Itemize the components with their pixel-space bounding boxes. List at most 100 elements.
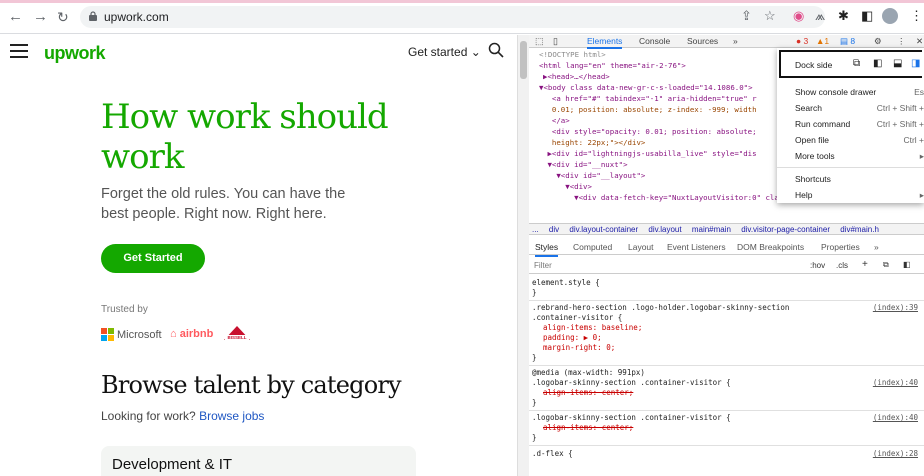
tab-event-listeners[interactable]: Event Listeners xyxy=(667,242,726,252)
sidepanel-icon[interactable]: ◧ xyxy=(861,8,873,24)
media-query: @media (max-width: 991px) xyxy=(532,368,645,377)
menu-item-open-file[interactable]: Open file xyxy=(795,135,829,145)
breadcrumb-item[interactable]: div.visitor-page-container xyxy=(741,225,830,234)
rule-source-link[interactable]: (index):40 xyxy=(873,413,918,423)
overridden-property[interactable]: align-items: center; xyxy=(543,423,633,433)
hover-state-toggle[interactable]: :hov xyxy=(810,261,825,270)
reload-icon[interactable]: ↻ xyxy=(57,9,69,25)
menu-item-run-command[interactable]: Run command xyxy=(795,119,850,129)
rule-source-link[interactable]: (index):39 xyxy=(873,303,918,313)
css-property[interactable]: margin-right: 0; xyxy=(543,343,615,353)
airbnb-logo: ⌂ airbnb xyxy=(170,328,214,340)
new-rule-icon[interactable]: + xyxy=(862,259,868,270)
dom-node[interactable]: <div style="opacity: 0.01; position: abs… xyxy=(543,127,757,138)
hamburger-menu-icon[interactable] xyxy=(10,44,28,58)
dom-node[interactable]: ▼<div id="__layout"> xyxy=(543,171,645,182)
tab-properties[interactable]: Properties xyxy=(821,242,860,252)
rule-source-link[interactable]: (index):28 xyxy=(873,449,918,459)
get-started-nav-link[interactable]: Get started ⌄ xyxy=(408,45,481,59)
tab-layout[interactable]: Layout xyxy=(628,242,654,252)
messages-badge[interactable]: ▤ 8 xyxy=(840,36,855,47)
rule-selector[interactable]: .container-visitor { xyxy=(532,313,622,323)
warning-badge[interactable]: ▲1 xyxy=(816,36,829,46)
get-started-button[interactable]: Get Started xyxy=(101,244,205,273)
extensions-puzzle-icon[interactable]: ✱ xyxy=(838,8,849,24)
dock-left-icon[interactable]: ◧ xyxy=(873,58,882,69)
overridden-property[interactable]: align-items: center; xyxy=(543,388,633,398)
svg-text:BISSELL: BISSELL xyxy=(227,335,246,340)
dom-node[interactable]: </a> xyxy=(543,116,570,127)
extension-icon[interactable]: ◉ xyxy=(793,8,804,24)
error-badge[interactable]: ● 3 xyxy=(796,36,808,46)
back-icon[interactable]: ← xyxy=(8,9,23,25)
styles-filter-input[interactable]: Filter xyxy=(534,261,552,270)
close-devtools-icon[interactable]: ✕ xyxy=(916,36,923,47)
menu-item-shortcuts[interactable]: Shortcuts xyxy=(795,174,831,184)
undock-icon[interactable]: ⧉ xyxy=(853,58,860,69)
dom-node[interactable]: height: 22px;"></div> xyxy=(543,138,645,149)
devtools-menu-icon[interactable]: ⋮ xyxy=(897,36,906,47)
rule-selector[interactable]: .logobar-skinny-section .container-visit… xyxy=(532,378,731,388)
breadcrumb-item[interactable]: ... xyxy=(532,225,539,234)
forward-icon[interactable]: → xyxy=(33,9,48,25)
computed-styles-icon[interactable]: ⧉ xyxy=(883,260,889,270)
tab-strip-edge xyxy=(0,0,924,3)
menu-item-search[interactable]: Search xyxy=(795,103,822,113)
dom-node[interactable]: <html lang="en" theme="air-2-76"> xyxy=(539,61,686,72)
breadcrumb-item[interactable]: main#main xyxy=(692,225,731,234)
browse-category-heading: Browse talent by category xyxy=(101,371,402,399)
breadcrumb-item[interactable]: div#main.h xyxy=(840,225,879,234)
breadcrumb-item[interactable]: div.layout xyxy=(648,225,681,234)
menu-item-help[interactable]: Help xyxy=(795,190,812,200)
menu-divider xyxy=(777,167,924,168)
address-bar[interactable]: upwork.com xyxy=(80,6,825,28)
extension-icon-2[interactable]: ⩕ xyxy=(815,8,825,24)
tab-console[interactable]: Console xyxy=(639,36,670,46)
scrollbar-thumb[interactable] xyxy=(520,41,527,79)
browse-jobs-link[interactable]: Browse jobs xyxy=(199,409,264,423)
menu-item-show-console-drawer[interactable]: Show console drawer xyxy=(795,87,876,97)
dom-node[interactable]: ▼<body class data-new-gr-c-s-loaded="14.… xyxy=(539,83,753,94)
breadcrumb-item[interactable]: div.layout-container xyxy=(569,225,638,234)
tab-computed[interactable]: Computed xyxy=(573,242,612,252)
breadcrumb-item[interactable]: div xyxy=(549,225,559,234)
device-toolbar-icon[interactable]: ▯ xyxy=(553,36,558,47)
dock-bottom-icon[interactable]: ⬓ xyxy=(893,58,902,69)
rule-selector[interactable]: .logobar-skinny-section .container-visit… xyxy=(532,413,731,423)
lock-icon xyxy=(89,11,97,21)
class-toggle[interactable]: .cls xyxy=(836,261,848,270)
dom-node[interactable]: ▶<head>…</head> xyxy=(543,72,610,83)
settings-gear-icon[interactable]: ⚙ xyxy=(874,36,882,47)
rule-source-link[interactable]: (index):40 xyxy=(873,378,918,388)
browse-subtext: Looking for work? Browse jobs xyxy=(101,409,265,423)
tab-dom-breakpoints[interactable]: DOM Breakpoints xyxy=(737,242,804,252)
more-tabs-icon[interactable]: » xyxy=(733,36,738,46)
dom-node[interactable]: <!DOCTYPE html> xyxy=(539,50,606,61)
page-scrollbar[interactable] xyxy=(517,35,529,476)
css-property[interactable]: padding: ▶ 0; xyxy=(543,333,602,343)
category-card[interactable]: Development & IT xyxy=(101,446,416,476)
more-subtabs-icon[interactable]: » xyxy=(874,242,879,252)
tab-sources[interactable]: Sources xyxy=(687,36,718,46)
dom-node[interactable]: 0.01; position: absolute; z-index: -999;… xyxy=(543,105,757,116)
search-icon[interactable] xyxy=(488,42,504,58)
element-style-rule[interactable]: element.style { xyxy=(532,278,600,288)
dom-node[interactable]: ▼<div id="__nuxt"> xyxy=(543,160,627,171)
inspect-element-icon[interactable]: ⬚ xyxy=(535,36,544,47)
share-icon[interactable]: ⇪ xyxy=(741,8,752,24)
tab-styles[interactable]: Styles xyxy=(535,242,559,257)
dock-right-icon[interactable]: ◨ xyxy=(911,58,920,69)
dom-node[interactable]: ▼<div> xyxy=(543,182,592,193)
profile-avatar[interactable] xyxy=(882,8,898,24)
browser-menu-icon[interactable]: ⋮ xyxy=(910,8,923,24)
menu-item-more-tools[interactable]: More tools xyxy=(795,151,835,161)
rule-selector[interactable]: .d-flex { xyxy=(532,449,573,459)
dom-node[interactable]: ▶<div id="lightningjs-usabilla_live" sty… xyxy=(543,149,756,160)
css-property[interactable]: align-items: baseline; xyxy=(543,323,642,333)
rule-selector[interactable]: .rebrand-hero-section .logo-holder.logob… xyxy=(532,303,789,313)
bookmark-star-icon[interactable]: ☆ xyxy=(764,8,776,24)
tab-elements[interactable]: Elements xyxy=(587,36,623,49)
upwork-logo[interactable]: upwork xyxy=(44,43,106,64)
dom-node[interactable]: <a href="#" tabindex="-1" aria-hidden="t… xyxy=(543,94,757,105)
sidebar-toggle-icon[interactable]: ◧ xyxy=(903,260,911,269)
